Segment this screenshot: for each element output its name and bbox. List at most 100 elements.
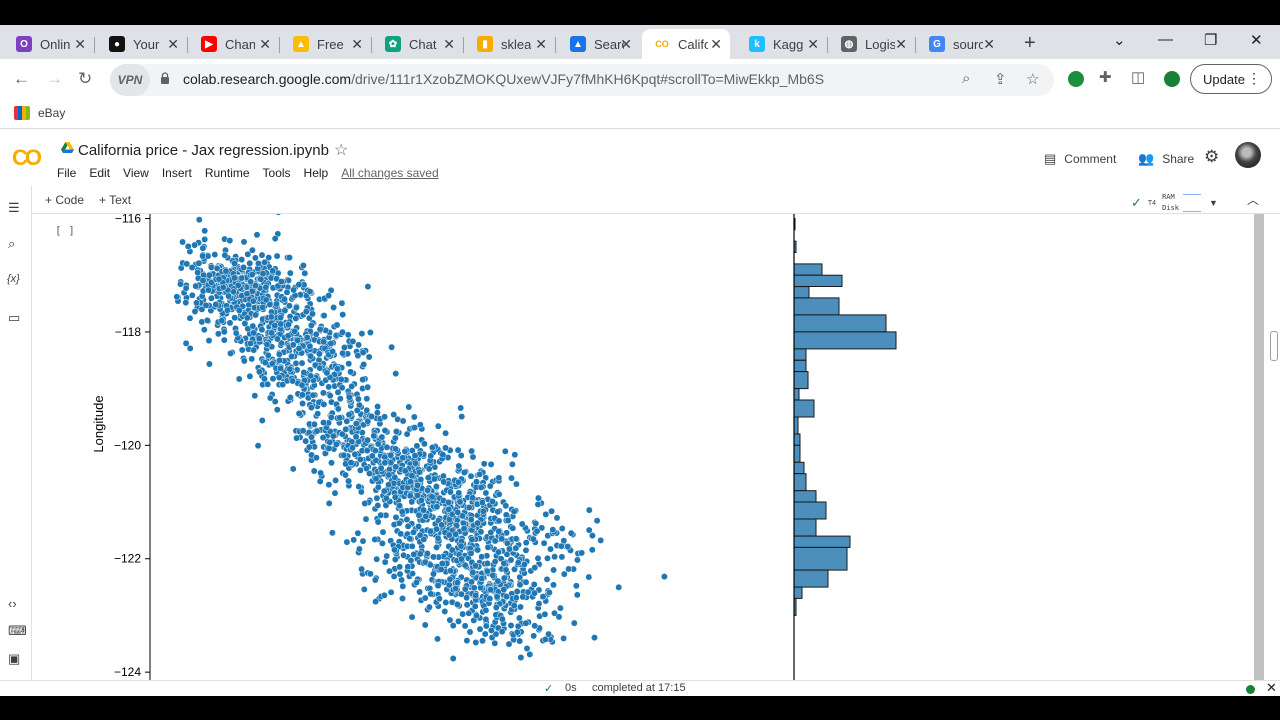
minimize-icon[interactable]: —	[1158, 31, 1173, 48]
close-tab-icon[interactable]: ✕	[895, 36, 907, 53]
side-panel-handle[interactable]	[1270, 331, 1278, 361]
close-tab-icon[interactable]: ✕	[443, 36, 455, 53]
star-icon[interactable]: ☆	[334, 140, 348, 160]
command-palette-icon[interactable]: ⌨	[8, 623, 27, 639]
tab-tor[interactable]: O Onlin ✕	[4, 29, 94, 59]
tab-kaggle[interactable]: k Kagg ✕	[737, 29, 827, 59]
share-page-icon[interactable]: ⇪	[994, 70, 1007, 88]
scatter-point	[289, 465, 297, 473]
runtime-status[interactable]: ✓ T4 RAM Disk ▼	[1131, 192, 1218, 214]
gear-icon[interactable]: ⚙	[1204, 147, 1219, 167]
scatter-point	[427, 590, 435, 598]
scatter-point	[231, 274, 238, 282]
scatter-point	[333, 321, 341, 329]
menu-edit[interactable]: Edit	[89, 166, 110, 180]
reload-icon[interactable]: ↻	[78, 69, 92, 89]
close-tab-icon[interactable]: ✕	[535, 36, 547, 53]
execution-status[interactable]: completed at 17:15	[592, 682, 686, 694]
scrollbar[interactable]	[1252, 214, 1266, 680]
scatter-point	[374, 518, 382, 526]
menu-runtime[interactable]: Runtime	[205, 166, 250, 180]
scatter-point	[457, 404, 465, 412]
save-status[interactable]: All changes saved	[341, 166, 438, 180]
close-tab-icon[interactable]: ✕	[983, 36, 995, 53]
scrollbar-thumb[interactable]	[1254, 214, 1264, 680]
bookmark-star-icon[interactable]: ☆	[1026, 70, 1039, 88]
check-extension-icon[interactable]	[1164, 71, 1180, 87]
close-icon[interactable]: ✕	[1266, 680, 1277, 696]
menu-help[interactable]: Help	[304, 166, 329, 180]
chevron-down-icon[interactable]: ▼	[1209, 198, 1218, 208]
scatter-point	[328, 529, 336, 537]
forward-icon[interactable]: →	[46, 69, 63, 89]
restore-icon[interactable]: ❐	[1204, 31, 1217, 49]
zoom-icon[interactable]: ⌕	[962, 70, 970, 87]
back-icon[interactable]: ←	[13, 69, 30, 89]
scatter-point	[392, 513, 400, 521]
tab-globe[interactable]: ◍ Logis ✕	[829, 29, 915, 59]
tab-chatgpt[interactable]: ✿ Chat ✕	[373, 29, 463, 59]
scatter-point	[487, 626, 495, 634]
close-window-icon[interactable]: ✕	[1250, 31, 1263, 49]
menu-tools[interactable]: Tools	[263, 166, 291, 180]
scatter-point	[350, 536, 358, 544]
code-snippets-icon[interactable]: ‹›	[8, 596, 17, 611]
menu-insert[interactable]: Insert	[162, 166, 192, 180]
close-tab-icon[interactable]: ✕	[807, 36, 819, 53]
vpn-icon[interactable]: VPN	[110, 64, 150, 96]
close-tab-icon[interactable]: ✕	[259, 36, 271, 53]
chevron-up-icon[interactable]: ︿	[1247, 191, 1259, 208]
close-tab-icon[interactable]: ✕	[167, 36, 179, 53]
more-menu-icon[interactable]: ⋮	[1247, 70, 1261, 87]
tab-medium[interactable]: ● Your ✕	[97, 29, 187, 59]
share-button[interactable]: 👥 Share	[1138, 151, 1194, 167]
tab-google[interactable]: Gsourc ✕	[917, 29, 1003, 59]
scatter-point	[259, 303, 267, 311]
tab-youtube[interactable]: ▶ Chan ✕	[189, 29, 279, 59]
tab-bar-chart[interactable]: ▮ sklea ✕	[465, 29, 555, 59]
lock-icon[interactable]	[160, 72, 170, 84]
scatter-point	[255, 335, 263, 343]
scatter-point	[341, 344, 348, 351]
notebook-title[interactable]: California price - Jax regression.ipynb	[78, 142, 329, 159]
avatar[interactable]	[1235, 142, 1261, 168]
add-code-button[interactable]: + Code	[45, 193, 84, 207]
extensions-puzzle-icon[interactable]: ✚	[1099, 68, 1112, 86]
close-tab-icon[interactable]: ✕	[351, 36, 363, 53]
table-of-contents-icon[interactable]: ☰	[8, 200, 20, 216]
scatter-point	[368, 413, 376, 420]
search-icon[interactable]: ⌕	[8, 236, 15, 252]
variables-icon[interactable]: {x}	[7, 273, 20, 285]
folder-icon[interactable]: ▭	[8, 310, 20, 326]
scatter-point	[398, 576, 406, 584]
tab-colab[interactable]: CO Califo ✕	[642, 29, 730, 59]
scatter-point	[248, 355, 256, 363]
shield-extension-icon[interactable]	[1068, 71, 1084, 87]
scatter-point	[411, 452, 419, 460]
add-text-button[interactable]: + Text	[99, 193, 131, 207]
terminal-icon[interactable]: ▣	[8, 651, 20, 667]
scatter-point	[455, 617, 462, 625]
histogram-bar	[793, 586, 803, 599]
comment-button[interactable]: ▤ Comment	[1044, 151, 1116, 167]
new-tab-button[interactable]: +	[1024, 32, 1036, 55]
tab-search-icon[interactable]: ⌄	[1113, 31, 1126, 49]
tab-google-ads[interactable]: ▲ Free ✕	[281, 29, 371, 59]
menu-view[interactable]: View	[123, 166, 149, 180]
scatter-point	[386, 567, 393, 575]
run-cell-button[interactable]: [ ]	[55, 224, 75, 237]
address-bar[interactable]: VPN colab.research.google.com/drive/111r…	[110, 64, 1054, 96]
menu-file[interactable]: File	[57, 166, 76, 180]
side-panel-icon[interactable]: ◫	[1131, 68, 1145, 86]
colab-logo-icon[interactable]: CO	[12, 145, 42, 171]
close-tab-icon[interactable]: ✕	[74, 36, 86, 53]
update-button[interactable]: Update ⋮	[1190, 64, 1272, 94]
scatter-point	[508, 474, 515, 482]
scatter-point	[406, 535, 414, 543]
bookmark-ebay[interactable]: eBay	[14, 106, 65, 120]
tab-label: sourc	[953, 36, 983, 52]
close-tab-icon[interactable]: ✕	[710, 36, 722, 53]
url-text[interactable]: colab.research.google.com/drive/111r1Xzo…	[183, 71, 824, 87]
tab-google-drive[interactable]: ▲Searc✕	[558, 29, 640, 59]
close-tab-icon[interactable]: ✕	[620, 36, 632, 53]
